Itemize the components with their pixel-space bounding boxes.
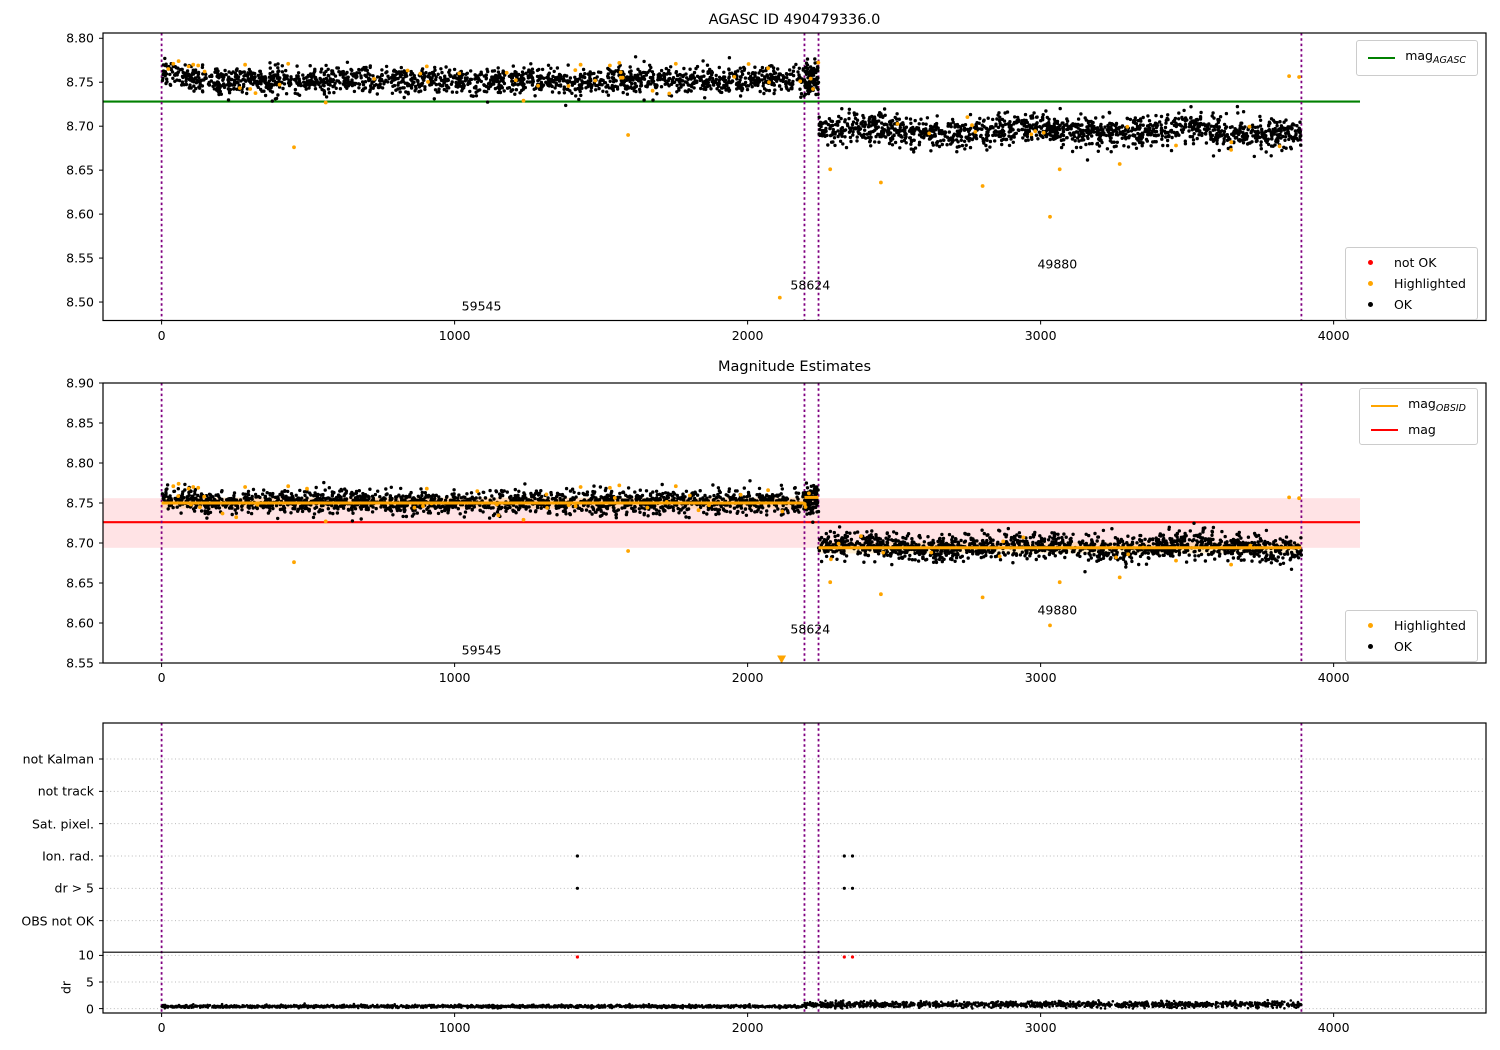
legend-marker-sample	[1357, 260, 1384, 265]
x-tick-label: 2000	[731, 327, 764, 343]
dot-swatch-icon	[1367, 623, 1373, 628]
dr-axis-label: dr	[58, 980, 74, 994]
legend-entry: magAGASC	[1368, 48, 1466, 68]
y-tick-label: 8.75	[66, 495, 94, 511]
legend-label: OK	[1393, 297, 1412, 312]
line-legend: magOBSID mag	[1359, 388, 1478, 445]
plots-canvas	[99, 32, 1487, 1017]
flag-label: not Kalman	[22, 751, 94, 767]
x-tick-label: 4000	[1317, 1020, 1350, 1035]
x-tick-label: 0	[157, 1020, 166, 1035]
legend-label: Highlighted	[1393, 276, 1466, 291]
flag-label: OBS not OK	[21, 913, 94, 929]
line-swatch-icon	[1368, 57, 1396, 59]
flag-event-points	[575, 854, 855, 890]
legend-entry: Highlighted	[1357, 276, 1466, 291]
dot-swatch-icon	[1367, 260, 1373, 265]
x-tick-label: 0	[157, 327, 166, 343]
y-tick-label: 8.55	[66, 655, 94, 671]
legend-marker-sample	[1357, 644, 1384, 649]
x-tick-label: 3000	[1024, 1020, 1057, 1035]
legend-label-subscript: AGASC	[1432, 55, 1466, 66]
x-tick-label: 1000	[438, 1020, 471, 1035]
flag-label: Sat. pixel.	[32, 816, 94, 832]
obsid-annotation: 49880	[1037, 256, 1078, 272]
figure: AGASC ID 490479336.0 Magnitude Estimates…	[0, 0, 1500, 1050]
y-tick-label: 8.55	[66, 250, 94, 266]
dot-swatch-icon	[1367, 302, 1373, 307]
obsid-annotation: 58624	[790, 277, 831, 293]
flag-label: Ion. rad.	[42, 848, 94, 864]
obsid-annotation: 58624	[790, 621, 831, 637]
legend-entry: OK	[1357, 639, 1466, 654]
line-swatch-icon	[1371, 405, 1399, 407]
legend-line-sample	[1371, 428, 1399, 431]
obsid-annotation: 49880	[1037, 602, 1078, 618]
y-tick-label: 8.70	[66, 535, 94, 551]
legend-marker-sample	[1357, 302, 1384, 307]
dr-tick-label: 0	[86, 1001, 94, 1017]
legend-entry: Highlighted	[1357, 618, 1466, 633]
legend-label: not OK	[1393, 255, 1437, 270]
marker-legend: Highlighted OK	[1344, 610, 1478, 662]
y-tick-label: 8.65	[66, 162, 94, 178]
legend-label: magAGASC	[1405, 48, 1466, 66]
dr-trace-points	[160, 998, 1303, 1010]
obsid-annotation: 59545	[461, 642, 502, 658]
legend-label: Highlighted	[1393, 618, 1466, 633]
y-tick-label: 8.60	[66, 206, 94, 222]
y-tick-label: 8.80	[66, 455, 94, 471]
dot-swatch-icon	[1367, 644, 1373, 649]
line-swatch-icon	[1371, 428, 1399, 431]
dr-tick-label: 10	[78, 947, 94, 963]
y-tick-label: 8.85	[66, 415, 94, 431]
legend-label: OK	[1393, 639, 1412, 654]
legend-line-sample	[1371, 405, 1399, 407]
line-legend: magAGASC	[1356, 40, 1478, 76]
highlighted-scatter-points	[166, 59, 1302, 300]
x-tick-label: 4000	[1317, 670, 1350, 685]
legend-entry: mag	[1371, 422, 1466, 437]
plot3-frame	[102, 722, 1487, 1014]
clipped-point-triangle-icon	[777, 655, 787, 664]
y-tick-label: 8.60	[66, 615, 94, 631]
legend-entry: OK	[1357, 297, 1466, 312]
y-tick-label: 8.80	[66, 30, 94, 46]
x-tick-label: 3000	[1024, 327, 1057, 343]
flag-label: not track	[37, 783, 94, 799]
ok-scatter-points	[160, 55, 1303, 162]
x-tick-label: 0	[157, 670, 166, 685]
y-tick-label: 8.65	[66, 575, 94, 591]
dr-tick-label: 5	[86, 974, 94, 990]
obsid-annotation: 59545	[461, 298, 502, 314]
y-tick-label: 8.70	[66, 118, 94, 134]
flag-label: dr > 5	[54, 880, 94, 896]
legend-label: magOBSID	[1408, 396, 1466, 414]
legend-entry: magOBSID	[1371, 396, 1466, 416]
y-tick-label: 8.90	[66, 375, 94, 391]
x-tick-label: 2000	[731, 670, 764, 685]
y-tick-label: 8.75	[66, 74, 94, 90]
legend-marker-sample	[1357, 281, 1384, 286]
x-tick-label: 1000	[438, 670, 471, 685]
legend-label: mag	[1408, 422, 1436, 437]
marker-legend: not OK Highlighted OK	[1344, 247, 1478, 320]
legend-line-sample	[1368, 57, 1396, 59]
legend-entry: not OK	[1357, 255, 1466, 270]
y-tick-label: 8.50	[66, 294, 94, 310]
legend-marker-sample	[1357, 623, 1384, 628]
x-tick-label: 1000	[438, 327, 471, 343]
x-tick-label: 3000	[1024, 670, 1057, 685]
x-tick-label: 2000	[731, 1020, 764, 1035]
legend-label-subscript: OBSID	[1435, 403, 1466, 414]
x-tick-label: 4000	[1317, 327, 1350, 343]
dot-swatch-icon	[1367, 281, 1373, 286]
